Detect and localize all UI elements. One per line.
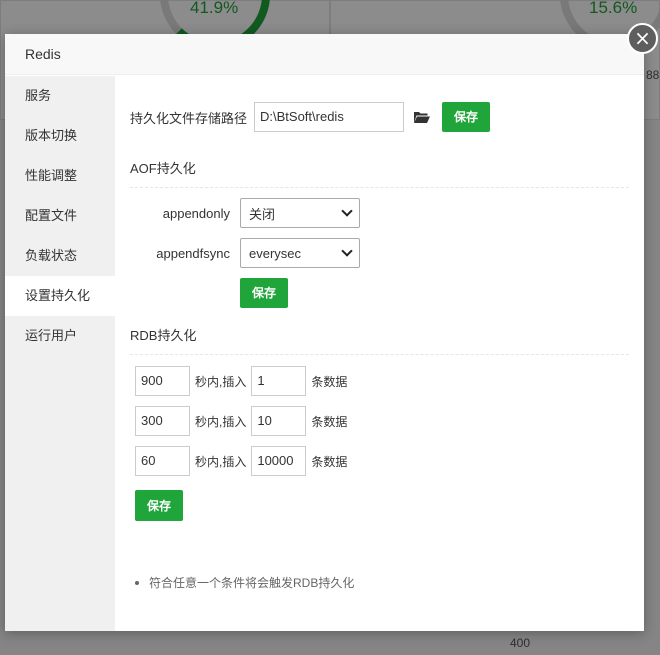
sidebar: 服务 版本切换 性能调整 配置文件 负载状态 设置持久化 运行用户 [5,76,115,631]
appendonly-select[interactable]: 关闭 [240,198,360,228]
rdb-row: 60 秒内,插入 10000 条数据 [135,446,352,476]
sidebar-item-config-file[interactable]: 配置文件 [5,196,115,236]
path-label: 持久化文件存储路径 [130,110,248,126]
rdb-suffix-text: 条数据 [311,374,348,389]
sidebar-item-performance[interactable]: 性能调整 [5,156,115,196]
rdb-suffix-text: 条数据 [311,414,348,429]
appendonly-label: appendonly [162,205,230,221]
chevron-down-icon [341,245,353,257]
rdb-row: 300 秒内,插入 10 条数据 [135,406,352,436]
sidebar-item-version-switch[interactable]: 版本切换 [5,116,115,156]
path-input[interactable]: D:\BtSoft\redis [254,102,405,132]
rdb-changes-input[interactable]: 10 [251,406,307,436]
rdb-middle-text: 秒内,插入 [195,374,247,389]
folder-open-icon[interactable] [413,110,433,124]
rdb-note: 符合任意一个条件将会触发RDB持久化 [135,574,354,591]
appendfsync-label: appendfsync [156,245,230,261]
rdb-section-title: RDB持久化 [130,325,629,355]
chevron-down-icon [341,205,353,217]
bullet-icon [135,580,139,585]
rdb-middle-text: 秒内,插入 [195,454,247,469]
path-save-button[interactable]: 保存 [442,102,491,132]
modal-title: Redis [5,34,644,75]
rdb-seconds-input[interactable]: 900 [135,366,190,396]
rdb-note-text: 符合任意一个条件将会触发RDB持久化 [149,576,355,590]
path-row: 持久化文件存储路径 D:\BtSoft\redis 保存 [130,102,491,132]
close-icon[interactable]: × [627,23,658,54]
sidebar-item-run-user[interactable]: 运行用户 [5,316,115,356]
rdb-row: 900 秒内,插入 1 条数据 [135,366,352,396]
aof-section-title: AOF持久化 [130,158,629,188]
appendonly-row: appendonly 关闭 [130,198,360,228]
appendfsync-select-value: everysec [249,245,302,261]
persistence-panel: 持久化文件存储路径 D:\BtSoft\redis 保存 AOF持久化 appe… [115,76,644,631]
rdb-middle-text: 秒内,插入 [195,414,247,429]
appendfsync-select[interactable]: everysec [240,238,360,268]
appendonly-select-value: 关闭 [249,206,276,222]
appendfsync-row: appendfsync everysec [130,238,360,268]
aof-save-button[interactable]: 保存 [240,278,289,308]
rdb-seconds-input[interactable]: 60 [135,446,190,476]
sidebar-item-load-status[interactable]: 负载状态 [5,236,115,276]
rdb-suffix-text: 条数据 [311,454,348,469]
rdb-seconds-input[interactable]: 300 [135,406,190,436]
redis-modal: Redis 服务 版本切换 性能调整 配置文件 负载状态 设置持久化 运行用户 … [5,34,644,631]
rdb-save-button[interactable]: 保存 [135,490,184,521]
sidebar-item-service[interactable]: 服务 [5,76,115,116]
sidebar-item-persistence[interactable]: 设置持久化 [5,276,115,316]
rdb-changes-input[interactable]: 10000 [251,446,307,476]
rdb-changes-input[interactable]: 1 [251,366,307,396]
